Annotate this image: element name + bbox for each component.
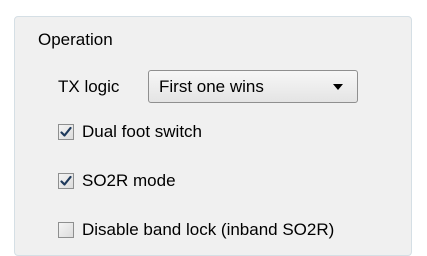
chevron-down-icon[interactable]	[333, 84, 343, 90]
tx-logic-label: TX logic	[58, 77, 120, 96]
checkmark-icon	[60, 126, 72, 137]
tx-logic-dropdown[interactable]: First one wins	[148, 70, 358, 103]
settings-window: Operation TX logic First one wins Dual f…	[0, 0, 427, 256]
dual-foot-switch-checkbox[interactable]	[58, 124, 74, 140]
so2r-mode-label[interactable]: SO2R mode	[82, 171, 176, 191]
dual-foot-switch-label[interactable]: Dual foot switch	[82, 122, 202, 142]
checkmark-icon	[60, 175, 72, 186]
disable-band-lock-checkbox[interactable]	[58, 222, 74, 238]
tx-logic-selected-value: First one wins	[159, 77, 264, 96]
disable-band-lock-label[interactable]: Disable band lock (inband SO2R)	[82, 220, 334, 240]
so2r-mode-checkbox[interactable]	[58, 173, 74, 189]
operation-group-title: Operation	[38, 30, 113, 49]
